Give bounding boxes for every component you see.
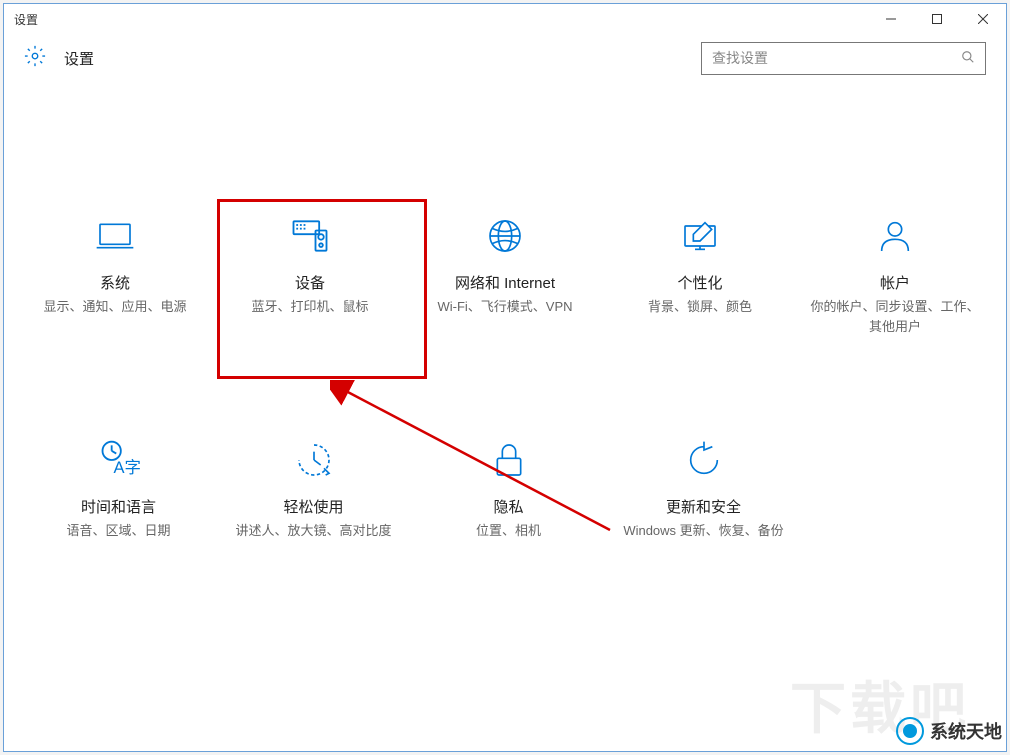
content-area: 系统 显示、通知、应用、电源 设备 蓝牙、打印机、鼠标: [4, 82, 1006, 751]
maximize-button[interactable]: [914, 4, 960, 34]
network-icon: [485, 212, 525, 260]
tiles-row-2: A字 时间和语言 语音、区域、日期 轻松使用 讲述人、放大镜、高对比度: [21, 436, 1006, 541]
tile-desc: 蓝牙、打印机、鼠标: [241, 297, 378, 317]
tile-desc: Windows 更新、恢复、备份: [613, 521, 793, 541]
tile-update-security[interactable]: 更新和安全 Windows 更新、恢复、备份: [606, 436, 801, 541]
minimize-button[interactable]: [868, 4, 914, 34]
search-input[interactable]: 查找设置: [701, 42, 986, 75]
tile-network[interactable]: 网络和 Internet Wi-Fi、飞行模式、VPN: [408, 212, 603, 336]
ease-of-access-icon: [294, 436, 334, 484]
tile-title: 网络和 Internet: [455, 272, 555, 293]
titlebar: 设置: [4, 4, 1006, 34]
search-icon: [961, 50, 975, 67]
system-icon: [95, 212, 135, 260]
close-button[interactable]: [960, 4, 1006, 34]
tile-title: 时间和语言: [81, 496, 156, 517]
tile-desc: 背景、锁屏、颜色: [638, 297, 762, 317]
tile-desc: Wi-Fi、飞行模式、VPN: [427, 297, 582, 317]
accounts-icon: [875, 212, 915, 260]
tiles-row-1: 系统 显示、通知、应用、电源 设备 蓝牙、打印机、鼠标: [4, 212, 1006, 336]
tile-title: 系统: [100, 272, 130, 293]
tile-system[interactable]: 系统 显示、通知、应用、电源: [18, 212, 213, 336]
tile-title: 轻松使用: [283, 496, 343, 517]
tile-time-language[interactable]: A字 时间和语言 语音、区域、日期: [21, 436, 216, 541]
devices-icon: [288, 212, 332, 260]
time-language-icon: A字: [97, 436, 141, 484]
tile-accounts[interactable]: 帐户 你的帐户、同步设置、工作、其他用户: [798, 212, 993, 336]
tile-desc: 你的帐户、同步设置、工作、其他用户: [798, 297, 993, 336]
window-title: 设置: [14, 11, 38, 28]
update-security-icon: [684, 436, 724, 484]
tile-desc: 讲述人、放大镜、高对比度: [225, 521, 401, 541]
tile-ease-of-access[interactable]: 轻松使用 讲述人、放大镜、高对比度: [216, 436, 411, 541]
search-placeholder: 查找设置: [712, 48, 961, 68]
header: 设置 查找设置: [4, 34, 1006, 82]
svg-text:A字: A字: [113, 458, 141, 477]
page-title: 设置: [64, 48, 94, 69]
tile-title: 设备: [295, 272, 325, 293]
tile-title: 个性化: [677, 272, 722, 293]
tile-desc: 位置、相机: [466, 521, 551, 541]
personalization-icon: [680, 212, 720, 260]
tile-title: 帐户: [880, 272, 910, 293]
tile-title: 更新和安全: [666, 496, 741, 517]
tile-desc: 显示、通知、应用、电源: [33, 297, 196, 317]
tile-title: 隐私: [493, 496, 523, 517]
watermark-text: 系统天地: [930, 718, 1002, 744]
watermark: 系统天地: [896, 717, 1002, 745]
gear-icon: [24, 45, 46, 72]
watermark-logo-icon: [896, 717, 924, 745]
tile-devices[interactable]: 设备 蓝牙、打印机、鼠标: [213, 212, 408, 336]
privacy-icon: [489, 436, 529, 484]
tile-desc: 语音、区域、日期: [56, 521, 180, 541]
tile-privacy[interactable]: 隐私 位置、相机: [411, 436, 606, 541]
tile-personalization[interactable]: 个性化 背景、锁屏、颜色: [603, 212, 798, 336]
settings-window: 设置 设置 查找设置: [3, 3, 1007, 752]
